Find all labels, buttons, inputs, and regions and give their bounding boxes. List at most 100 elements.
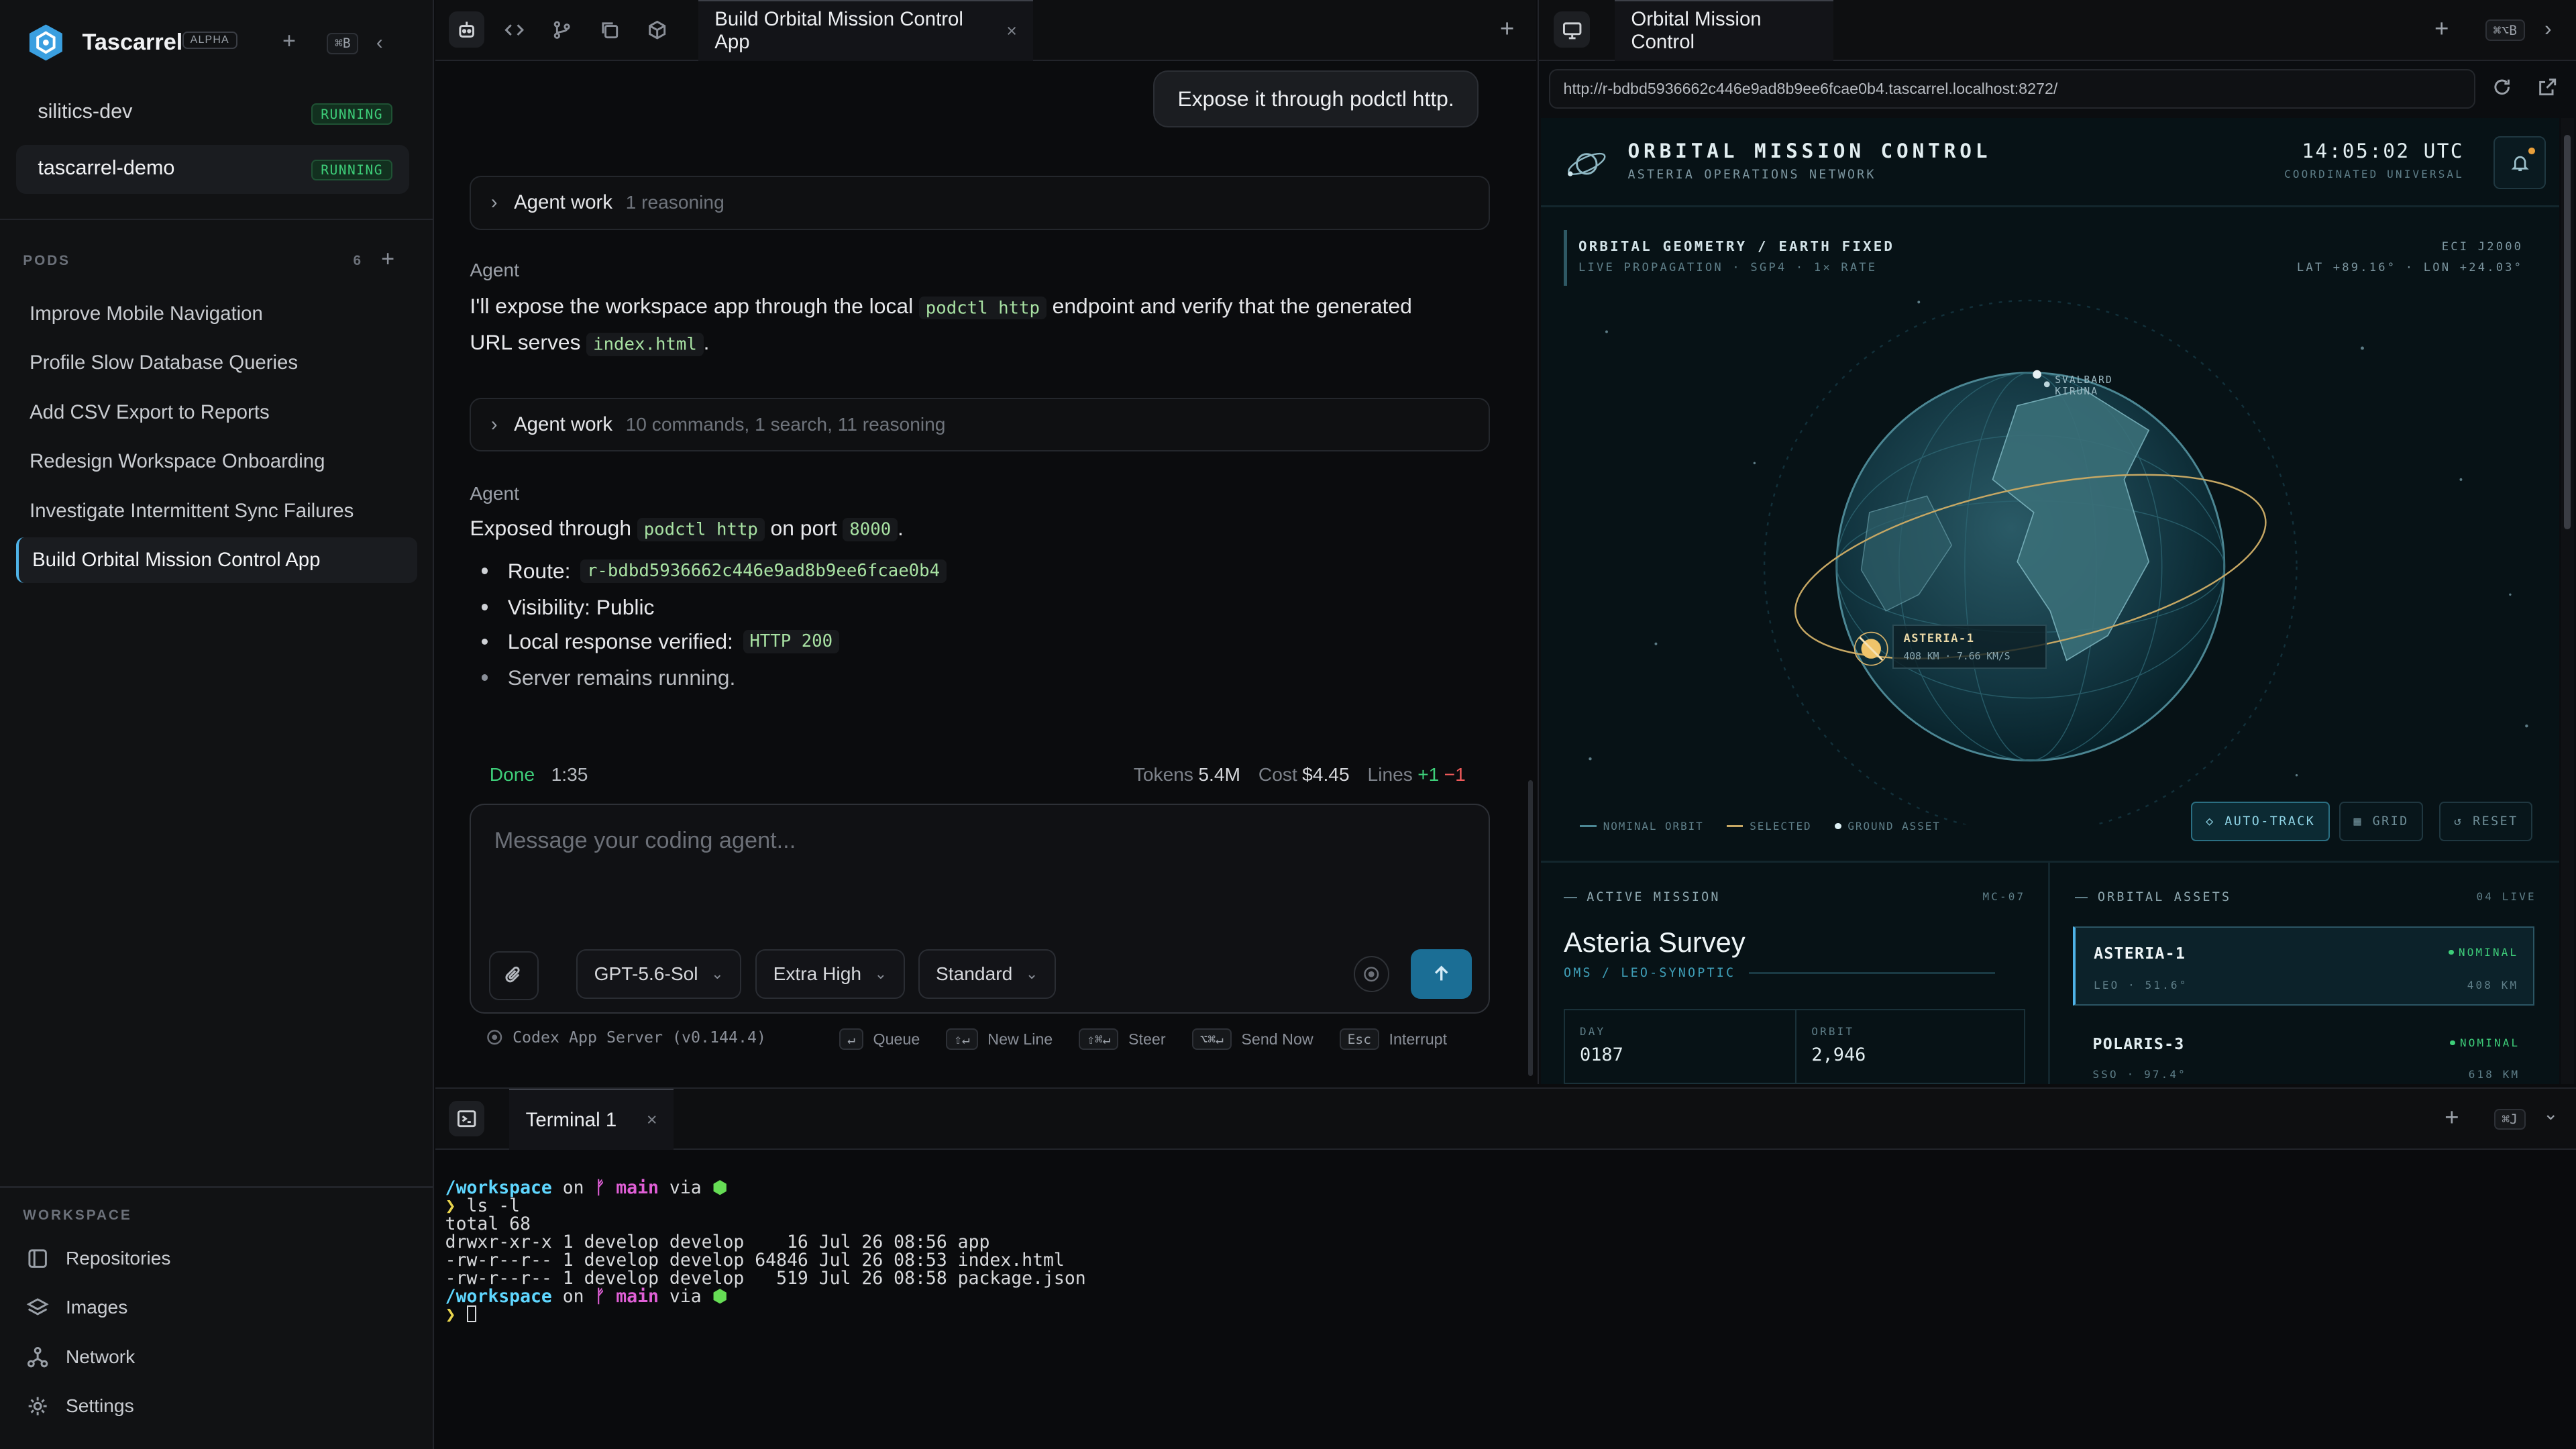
mission-sub-label: OMS / LEO-SYNOPTIC <box>1563 965 1736 980</box>
grid-button[interactable]: ▦ GRID <box>2339 802 2424 841</box>
browser-tabbar: Orbital Mission Control + ⌘⌥B › <box>1539 0 2576 61</box>
close-icon[interactable]: × <box>647 1110 657 1130</box>
nav-label: Repositories <box>65 1247 171 1269</box>
hint-label: Steer <box>1128 1030 1166 1048</box>
model-value: GPT-5.6-Sol <box>594 963 698 984</box>
bullet-server: Server remains running. <box>481 665 735 690</box>
send-button[interactable] <box>1411 949 1472 999</box>
terminal-output[interactable]: /workspace on ᚠ main via ⬢ ❯ ls -l total 6… <box>445 1161 1086 1360</box>
hint-label: Queue <box>873 1030 920 1048</box>
nav-repositories[interactable]: Repositories <box>26 1247 170 1270</box>
grid-icon: ▦ <box>2353 814 2363 828</box>
task-item-active[interactable]: Build Orbital Mission Control App <box>16 537 418 584</box>
chevron-down-icon[interactable]: ⌄ <box>2543 1104 2559 1124</box>
arrow-up-icon <box>1432 964 1451 983</box>
effort-select[interactable]: Extra High ⌄ <box>755 949 905 999</box>
network-icon <box>26 1346 49 1368</box>
chat-scrollbar[interactable] <box>1527 780 1533 1077</box>
text: Visibility: Public <box>507 594 655 619</box>
pod-item-tascarrel-demo[interactable]: tascarrel-demo RUNNING <box>16 144 409 194</box>
package-icon[interactable] <box>639 11 676 48</box>
output-line: drwxr-xr-x 1 develop develop 16 Jul 26 0… <box>445 1231 990 1252</box>
cost-value: $4.45 <box>1302 763 1350 785</box>
tab-terminal-1[interactable]: Terminal 1 × <box>509 1089 674 1150</box>
code-icon[interactable] <box>496 11 533 48</box>
asset-card[interactable]: POLARIS-3 NOMINAL SSO · 97.4° 618 KM <box>2073 1018 2534 1084</box>
monitor-icon[interactable] <box>1554 11 1591 48</box>
run-status: Done 1:35 <box>490 764 588 786</box>
mode-select[interactable]: Standard ⌄ <box>918 949 1056 999</box>
agent-icon[interactable] <box>448 11 485 48</box>
new-tab-button[interactable]: + <box>1500 15 1514 43</box>
legend-ground: GROUND ASSET <box>1834 820 1941 833</box>
layers-icon <box>26 1296 49 1319</box>
tab-build-orbital[interactable]: Build Orbital Mission Control App × <box>698 0 1034 61</box>
terminal-pane: Terminal 1 × + ⌘J ⌄ /workspace on ᚠ main … <box>435 1087 2576 1449</box>
refresh-icon[interactable] <box>2492 77 2512 97</box>
git-branch-icon[interactable] <box>544 11 580 48</box>
text: . <box>897 515 904 540</box>
tokens-label: Tokens <box>1133 763 1194 785</box>
close-icon[interactable]: × <box>1006 21 1017 42</box>
section-label: ACTIVE MISSION <box>1587 890 1721 905</box>
model-select[interactable]: GPT-5.6-Sol ⌄ <box>576 949 742 999</box>
asset-altitude: 618 KM <box>2468 1067 2520 1081</box>
repo-icon <box>26 1247 49 1270</box>
output-line: total 68 <box>445 1213 531 1234</box>
nav-images[interactable]: Images <box>26 1296 127 1319</box>
satellite-tooltip: ASTERIA-1 408 KM · 7.66 KM/S <box>1892 624 2047 669</box>
reset-icon: ↺ <box>2453 814 2463 828</box>
url-bar[interactable]: http://r-bdbd5936662c446e9ad8b9ee6fcae0b… <box>1548 68 2476 109</box>
svalbard-label: SVALBARD <box>2055 374 2113 386</box>
reset-button[interactable]: ↺ RESET <box>2439 802 2533 841</box>
mode-value: Standard <box>936 963 1013 984</box>
nav-settings[interactable]: Settings <box>26 1395 134 1417</box>
kiruna-label: KIRUNA <box>2055 386 2099 398</box>
task-item[interactable]: Add CSV Export to Reports <box>16 389 417 435</box>
notifications-button[interactable] <box>2493 136 2546 189</box>
sat-name: ASTERIA-1 <box>1903 632 1975 646</box>
mission-code: MC-07 <box>1982 890 2026 904</box>
pod-item-silitics-dev[interactable]: silitics-dev RUNNING <box>16 89 409 138</box>
footer-hints: Codex App Server (v0.144.4) <box>486 1028 766 1046</box>
globe-visualization[interactable] <box>1541 282 2559 825</box>
agent-work-collapsed[interactable]: › Agent work 1 reasoning <box>470 176 1491 230</box>
add-task-button[interactable]: + <box>381 246 394 272</box>
nav-network[interactable]: Network <box>26 1346 135 1368</box>
prompt-text: on <box>562 1285 584 1307</box>
browser-scrollbar[interactable] <box>2561 118 2575 1085</box>
new-tab-button[interactable]: + <box>2434 15 2449 43</box>
legend-selected: SELECTED <box>1726 820 1812 833</box>
control-label: GRID <box>2372 814 2409 828</box>
copy-icon[interactable] <box>592 11 628 48</box>
hint-label: Send Now <box>1241 1030 1313 1048</box>
voice-button[interactable] <box>1353 955 1390 992</box>
tab-orbital-mission-control[interactable]: Orbital Mission Control <box>1614 0 1833 61</box>
agent-message-2: Exposed through podctl http on port 8000… <box>470 511 904 547</box>
new-pod-button[interactable]: + <box>279 29 299 52</box>
task-item[interactable]: Profile Slow Database Queries <box>16 340 417 386</box>
status-label: NOMINAL <box>2458 946 2519 959</box>
auto-track-button[interactable]: ◇ AUTO-TRACK <box>2191 802 2330 841</box>
chat-tabbar: Build Orbital Mission Control App × + <box>435 0 1536 61</box>
terminal-tabbar: Terminal 1 × + ⌘J ⌄ <box>435 1089 2576 1150</box>
task-item[interactable]: Improve Mobile Navigation <box>16 290 417 337</box>
agent-work-collapsed[interactable]: › Agent work 10 commands, 1 search, 11 r… <box>470 397 1491 452</box>
chevron-right-icon[interactable]: › <box>2544 16 2552 41</box>
open-external-icon[interactable] <box>2538 77 2557 97</box>
message-input[interactable]: Message your coding agent... <box>494 828 796 854</box>
inline-code: podctl http <box>637 518 765 542</box>
kbd: ⌥⌘↵ <box>1191 1028 1232 1050</box>
text: URL serves <box>470 330 581 355</box>
new-terminal-button[interactable]: + <box>2445 1104 2459 1132</box>
asset-card-selected[interactable]: ASTERIA-1 NOMINAL LEO · 51.6° 408 KM <box>2073 926 2535 1006</box>
orbit-label: ORBIT <box>1811 1024 1855 1038</box>
attach-button[interactable] <box>489 951 539 1000</box>
chevron-right-icon: › <box>490 413 498 436</box>
task-item[interactable]: Redesign Workspace Onboarding <box>16 439 417 485</box>
chat-pane: Build Orbital Mission Control App × + Ex… <box>435 0 1536 1085</box>
collapse-sidebar-icon[interactable]: ‹ <box>376 32 383 54</box>
task-item[interactable]: Investigate Intermittent Sync Failures <box>16 488 417 534</box>
terminal-icon[interactable] <box>448 1100 485 1137</box>
text: Route: <box>507 558 571 583</box>
